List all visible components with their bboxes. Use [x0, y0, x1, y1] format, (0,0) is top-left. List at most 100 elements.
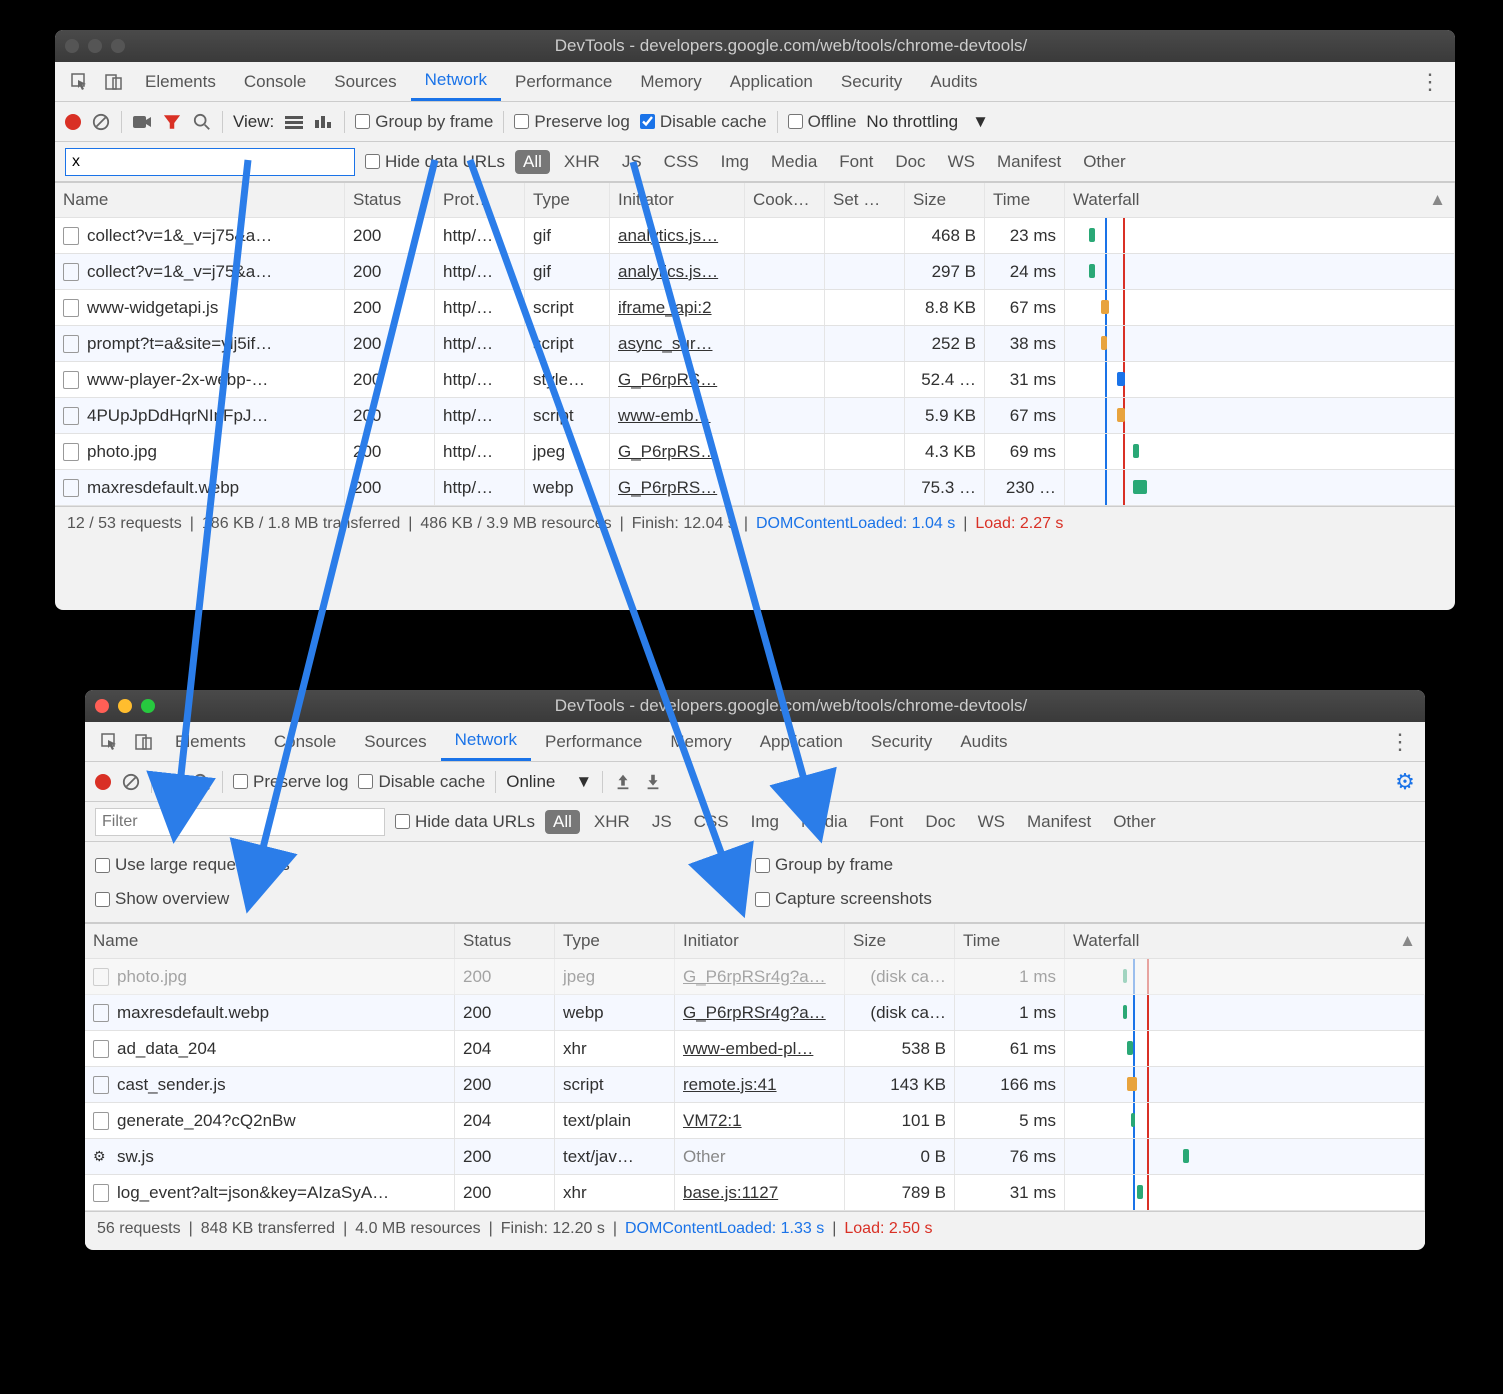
download-icon[interactable]	[643, 772, 663, 792]
table-row[interactable]: cast_sender.js200scriptremote.js:41143 K…	[85, 1067, 1425, 1103]
tab-sources[interactable]: Sources	[320, 62, 410, 101]
zoom-dot[interactable]	[141, 699, 155, 713]
type-pill-all[interactable]: All	[545, 810, 580, 834]
tab-audits[interactable]: Audits	[946, 722, 1021, 761]
tab-memory[interactable]: Memory	[626, 62, 715, 101]
type-pill-ws[interactable]: WS	[940, 150, 983, 174]
type-pill-all[interactable]: All	[515, 150, 550, 174]
offline-checkbox[interactable]: Offline	[788, 112, 857, 132]
minimize-dot[interactable]	[88, 39, 102, 53]
tab-security[interactable]: Security	[857, 722, 946, 761]
tab-network[interactable]: Network	[411, 62, 501, 101]
table-row[interactable]: prompt?t=a&site=ylj5if…200http/…scriptas…	[55, 326, 1455, 362]
column-header[interactable]: Name	[85, 924, 455, 958]
column-header[interactable]: Size	[905, 183, 985, 217]
tab-memory[interactable]: Memory	[656, 722, 745, 761]
initiator-link[interactable]: base.js:1127	[675, 1175, 845, 1210]
upload-icon[interactable]	[613, 772, 633, 792]
tab-audits[interactable]: Audits	[916, 62, 991, 101]
tab-performance[interactable]: Performance	[501, 62, 626, 101]
large-rows-checkbox[interactable]: Use large request rows	[95, 855, 290, 875]
more-icon[interactable]: ⋮	[1389, 731, 1411, 753]
preserve-log-checkbox[interactable]: Preserve log	[233, 772, 348, 792]
type-pill-doc[interactable]: Doc	[917, 810, 963, 834]
clear-icon[interactable]	[91, 112, 111, 132]
type-pill-media[interactable]: Media	[763, 150, 825, 174]
column-header[interactable]: Initiator	[675, 924, 845, 958]
type-pill-js[interactable]: JS	[644, 810, 680, 834]
initiator-link[interactable]: G_P6rpRS…	[610, 470, 745, 505]
device-icon[interactable]	[133, 731, 155, 753]
search-icon[interactable]	[192, 112, 212, 132]
initiator-link[interactable]: iframe_api:2	[610, 290, 745, 325]
more-icon[interactable]: ⋮	[1419, 71, 1441, 93]
initiator-link[interactable]: G_P6rpRS…	[610, 434, 745, 469]
filter-icon[interactable]	[162, 772, 182, 792]
tab-elements[interactable]: Elements	[161, 722, 260, 761]
table-row[interactable]: www-player-2x-webp-…200http/…style…G_P6r…	[55, 362, 1455, 398]
type-pill-js[interactable]: JS	[614, 150, 650, 174]
tab-console[interactable]: Console	[260, 722, 350, 761]
initiator-link[interactable]: G_P6rpRSr4g?a…	[675, 995, 845, 1030]
disable-cache-checkbox[interactable]: Disable cache	[358, 772, 485, 792]
overview-icon[interactable]	[314, 112, 334, 132]
column-header[interactable]: Waterfall▲	[1065, 924, 1425, 958]
minimize-dot[interactable]	[118, 699, 132, 713]
type-pill-media[interactable]: Media	[793, 810, 855, 834]
record-icon[interactable]	[65, 114, 81, 130]
column-header[interactable]: Status	[455, 924, 555, 958]
gear-icon[interactable]: ⚙	[1395, 772, 1415, 792]
initiator-link[interactable]: www-emb…	[610, 398, 745, 433]
type-pill-css[interactable]: CSS	[686, 810, 737, 834]
table-row[interactable]: www-widgetapi.js200http/…scriptiframe_ap…	[55, 290, 1455, 326]
column-header[interactable]: Cook…	[745, 183, 825, 217]
type-pill-ws[interactable]: WS	[970, 810, 1013, 834]
hide-data-urls-checkbox[interactable]: Hide data URLs	[365, 152, 505, 172]
camera-icon[interactable]	[132, 112, 152, 132]
initiator-link[interactable]: G_P6rpRSr4g?a…	[675, 959, 845, 994]
column-header[interactable]: Time	[955, 924, 1065, 958]
type-pill-xhr[interactable]: XHR	[586, 810, 638, 834]
tab-sources[interactable]: Sources	[350, 722, 440, 761]
column-header[interactable]: Waterfall▲	[1065, 183, 1455, 217]
table-row[interactable]: log_event?alt=json&key=AIzaSyA…200xhrbas…	[85, 1175, 1425, 1211]
zoom-dot[interactable]	[111, 39, 125, 53]
initiator-link[interactable]: remote.js:41	[675, 1067, 845, 1102]
inspect-icon[interactable]	[99, 731, 121, 753]
throttling-select[interactable]: Online ▼	[506, 772, 592, 792]
filter-icon[interactable]	[162, 112, 182, 132]
filter-input[interactable]	[65, 148, 355, 176]
initiator-link[interactable]: async_sur…	[610, 326, 745, 361]
throttling-select[interactable]: No throttling ▼	[866, 112, 989, 132]
table-row[interactable]: generate_204?cQ2nBw204text/plainVM72:110…	[85, 1103, 1425, 1139]
table-row[interactable]: 4PUpJpDdHqrNInFpJ…200http/…scriptwww-emb…	[55, 398, 1455, 434]
search-icon[interactable]	[192, 772, 212, 792]
type-pill-other[interactable]: Other	[1105, 810, 1164, 834]
type-pill-manifest[interactable]: Manifest	[989, 150, 1069, 174]
initiator-link[interactable]: G_P6rpRS…	[610, 362, 745, 397]
group-by-frame-checkbox[interactable]: Group by frame	[755, 855, 893, 875]
tab-network[interactable]: Network	[441, 722, 531, 761]
filter-input[interactable]	[95, 808, 385, 836]
titlebar[interactable]: DevTools - developers.google.com/web/too…	[55, 30, 1455, 62]
column-header[interactable]: Set …	[825, 183, 905, 217]
type-pill-doc[interactable]: Doc	[887, 150, 933, 174]
initiator-link[interactable]: www-embed-pl…	[675, 1031, 845, 1066]
type-pill-img[interactable]: Img	[713, 150, 757, 174]
close-dot[interactable]	[65, 39, 79, 53]
type-pill-xhr[interactable]: XHR	[556, 150, 608, 174]
tab-console[interactable]: Console	[230, 62, 320, 101]
preserve-log-checkbox[interactable]: Preserve log	[514, 112, 629, 132]
group-by-frame-checkbox[interactable]: Group by frame	[355, 112, 493, 132]
column-header[interactable]: Type	[525, 183, 610, 217]
table-row[interactable]: maxresdefault.webp200webpG_P6rpRSr4g?a…(…	[85, 995, 1425, 1031]
type-pill-manifest[interactable]: Manifest	[1019, 810, 1099, 834]
initiator-link[interactable]: VM72:1	[675, 1103, 845, 1138]
table-row[interactable]: ⚙sw.js200text/jav…Other0 B76 ms	[85, 1139, 1425, 1175]
column-header[interactable]: Initiator	[610, 183, 745, 217]
table-header[interactable]: NameStatusProt…TypeInitiatorCook…Set …Si…	[55, 182, 1455, 218]
column-header[interactable]: Type	[555, 924, 675, 958]
tab-application[interactable]: Application	[746, 722, 857, 761]
clear-icon[interactable]	[121, 772, 141, 792]
column-header[interactable]: Name	[55, 183, 345, 217]
